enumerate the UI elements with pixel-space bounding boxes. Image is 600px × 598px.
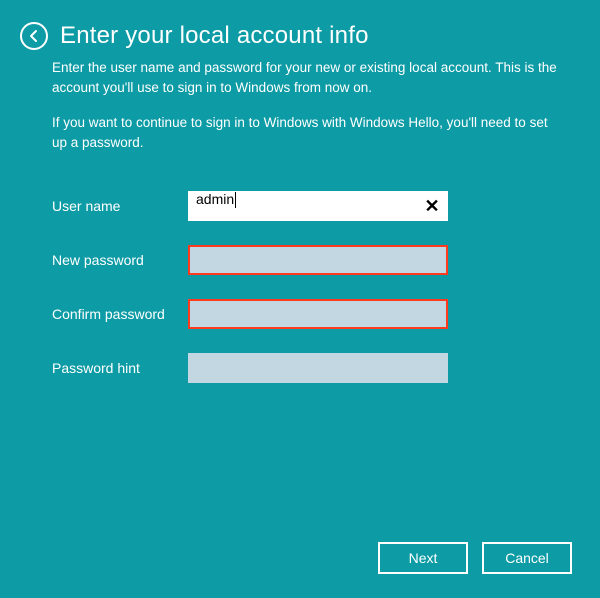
page-title: Enter your local account info <box>60 22 369 50</box>
username-input[interactable]: admin <box>188 191 448 221</box>
next-button[interactable]: Next <box>378 542 468 574</box>
confirm-password-label: Confirm password <box>52 306 188 322</box>
new-password-label: New password <box>52 252 188 268</box>
account-form: User name admin ✕ New password Confirm p… <box>0 167 600 383</box>
username-label: User name <box>52 198 188 214</box>
password-hint-label: Password hint <box>52 360 188 376</box>
new-password-input[interactable] <box>188 245 448 275</box>
username-value: admin <box>196 191 234 207</box>
clear-icon: ✕ <box>424 196 439 217</box>
intro-paragraph-2: If you want to continue to sign in to Wi… <box>52 113 560 154</box>
intro-paragraph-1: Enter the user name and password for you… <box>52 58 560 99</box>
cancel-button[interactable]: Cancel <box>482 542 572 574</box>
password-hint-input[interactable] <box>188 353 448 383</box>
text-caret-icon <box>235 192 236 208</box>
back-arrow-icon <box>27 29 41 43</box>
confirm-password-input[interactable] <box>188 299 448 329</box>
back-button[interactable] <box>20 22 48 50</box>
clear-username-button[interactable]: ✕ <box>418 191 446 221</box>
